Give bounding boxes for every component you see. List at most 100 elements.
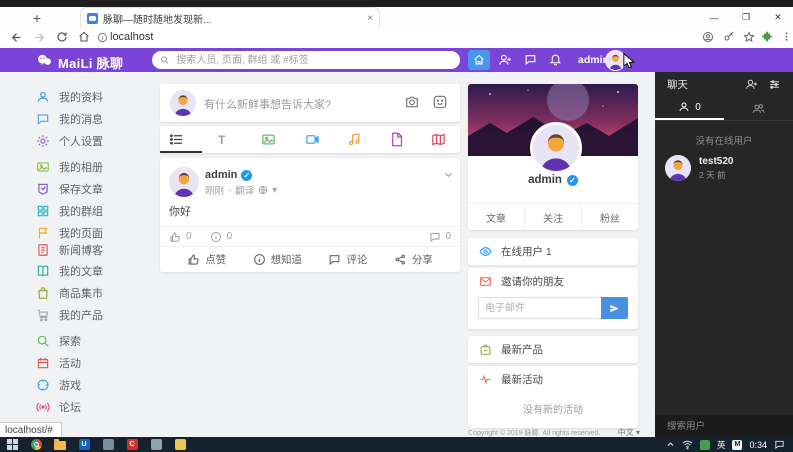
tab-photo-posts[interactable] [261,132,276,147]
sidebar-item-blog[interactable]: 新闻博客 [36,241,103,259]
chat-user-row[interactable]: test520 2 天 前 [655,147,793,189]
tab-file-posts[interactable] [389,132,404,147]
tab-all-posts[interactable] [169,132,184,147]
chat-search-bar[interactable] [655,415,793,437]
reload-icon[interactable] [56,31,68,43]
latest-products-widget[interactable]: 最新产品 [468,336,638,363]
tray-app-icon[interactable] [700,440,710,450]
bookmark-star-icon[interactable] [743,31,755,43]
send-invite-button[interactable] [601,297,628,319]
tab-close-icon[interactable]: × [367,13,373,24]
privacy-caret-icon[interactable]: ▾ [272,185,277,196]
stat-articles[interactable]: 文章 [468,204,524,230]
search-input[interactable] [174,54,452,67]
nav-messages-icon[interactable] [524,53,537,66]
post-author[interactable]: admin ✓ [205,169,252,181]
post-author-name[interactable]: admin [205,169,237,181]
comment-button[interactable]: 评论 [328,252,367,267]
sidebar-label: 游戏 [59,377,81,393]
taskbar-notes-icon[interactable] [168,437,192,452]
like-button[interactable]: 点赞 [187,252,226,267]
wonder-button[interactable]: 想知道 [253,252,303,267]
chat-header: 聊天 [655,72,793,96]
close-button[interactable]: ✕ [763,7,793,28]
taskbar-app-window-icon[interactable] [96,437,120,452]
nav-home-button[interactable] [468,50,490,70]
sidebar-item-games[interactable]: 游戏 [36,376,81,394]
forward-icon[interactable] [33,31,46,44]
translate-link[interactable]: 翻译 [235,183,254,197]
ime-indicator[interactable]: 英 [717,439,726,451]
taskbar-explorer-icon[interactable] [48,437,72,452]
new-tab-button[interactable]: + [28,7,46,28]
chat-add-friend-icon[interactable] [745,78,758,91]
sticker-icon[interactable] [432,94,448,110]
compass-icon [36,378,50,392]
sidebar-item-events[interactable]: 活动 [36,354,81,372]
camera-icon[interactable] [404,94,420,110]
password-key-icon[interactable] [723,31,735,43]
browser-menu-icon[interactable] [781,31,792,42]
sidebar-item-groups[interactable]: 我的群组 [36,202,103,220]
restore-button[interactable]: ❐ [731,7,761,28]
tray-expand-icon[interactable] [666,440,675,449]
taskbar-clock[interactable]: 0:34 [749,440,767,450]
share-button[interactable]: 分享 [394,252,433,267]
sidebar-item-messages[interactable]: 我的消息 [36,110,103,128]
nav-add-friend-icon[interactable] [498,53,512,67]
chat-settings-icon[interactable] [768,78,781,91]
image-icon [36,160,50,174]
tab-video-posts[interactable] [305,132,320,147]
composer-placeholder[interactable]: 有什么新鲜事想告诉大家? [204,96,331,112]
stat-following[interactable]: 关注 [524,204,581,230]
home-toolbar-icon[interactable] [78,31,90,43]
site-info-icon[interactable] [97,32,108,43]
profile-toolbar-icon[interactable] [702,31,714,43]
tab-music-posts[interactable] [347,132,362,147]
start-button[interactable] [0,437,24,452]
sidebar-item-explore[interactable]: 探索 [36,332,81,350]
url-text[interactable]: localhost [110,31,153,43]
network-icon[interactable] [682,439,693,450]
online-users-widget[interactable]: 在线用户 1 [468,238,638,265]
taskbar-app-doc-icon[interactable] [144,437,168,452]
sidebar-item-saved[interactable]: 保存文章 [36,180,103,198]
chat-search-input[interactable] [655,421,793,432]
sidebar-item-profile[interactable]: 我的资料 [36,88,103,106]
nav-notifications-icon[interactable] [549,53,562,66]
post-timestamp[interactable]: 刚刚 [205,183,224,197]
stat-followers[interactable]: 粉丝 [581,204,638,230]
chat-tab-contacts[interactable]: 0 [655,96,724,120]
sidebar-item-articles[interactable]: 我的文章 [36,262,103,280]
sidebar-item-forums[interactable]: 论坛 [36,398,81,416]
app-logo-text[interactable]: MaiLi 脉聊 [58,53,123,72]
minimize-button[interactable]: — [699,7,729,28]
profile-name[interactable]: admin [528,174,562,186]
back-icon[interactable] [10,31,23,44]
sidebar-item-settings[interactable]: 个人设置 [36,132,103,150]
browser-tab[interactable]: 脉聊—随时随地发现新... × [80,7,380,28]
tab-text-posts[interactable]: T [218,131,225,149]
taskbar-chrome-icon[interactable] [24,437,48,452]
sidebar-item-albums[interactable]: 我的相册 [36,158,103,176]
sidebar-item-pages[interactable]: 我的页面 [36,224,103,242]
sidebar-item-products[interactable]: 我的产品 [36,306,103,324]
sidebar-item-market[interactable]: 商品集市 [36,284,103,302]
chat-tab-groups[interactable] [724,96,793,120]
sidebar-label: 我的页面 [59,225,103,241]
tray-m-icon[interactable]: M [732,440,742,450]
global-search[interactable] [152,51,460,69]
taskbar-app-u-icon[interactable]: U [72,437,96,452]
post-author-avatar[interactable] [169,167,199,197]
extension-icon[interactable] [761,31,773,43]
thumbs-up-icon[interactable] [169,231,181,243]
comment-count: 0 [445,231,451,242]
post-options-chevron-icon[interactable] [443,169,454,180]
tab-map-posts[interactable] [431,132,446,147]
wonder-count-icon[interactable] [210,231,222,243]
app-logo-icon[interactable] [36,52,53,69]
action-center-icon[interactable] [774,439,785,450]
taskbar-app-c-icon[interactable]: C [120,437,144,452]
profile-avatar[interactable] [530,122,582,174]
invite-email-input[interactable] [478,297,601,319]
